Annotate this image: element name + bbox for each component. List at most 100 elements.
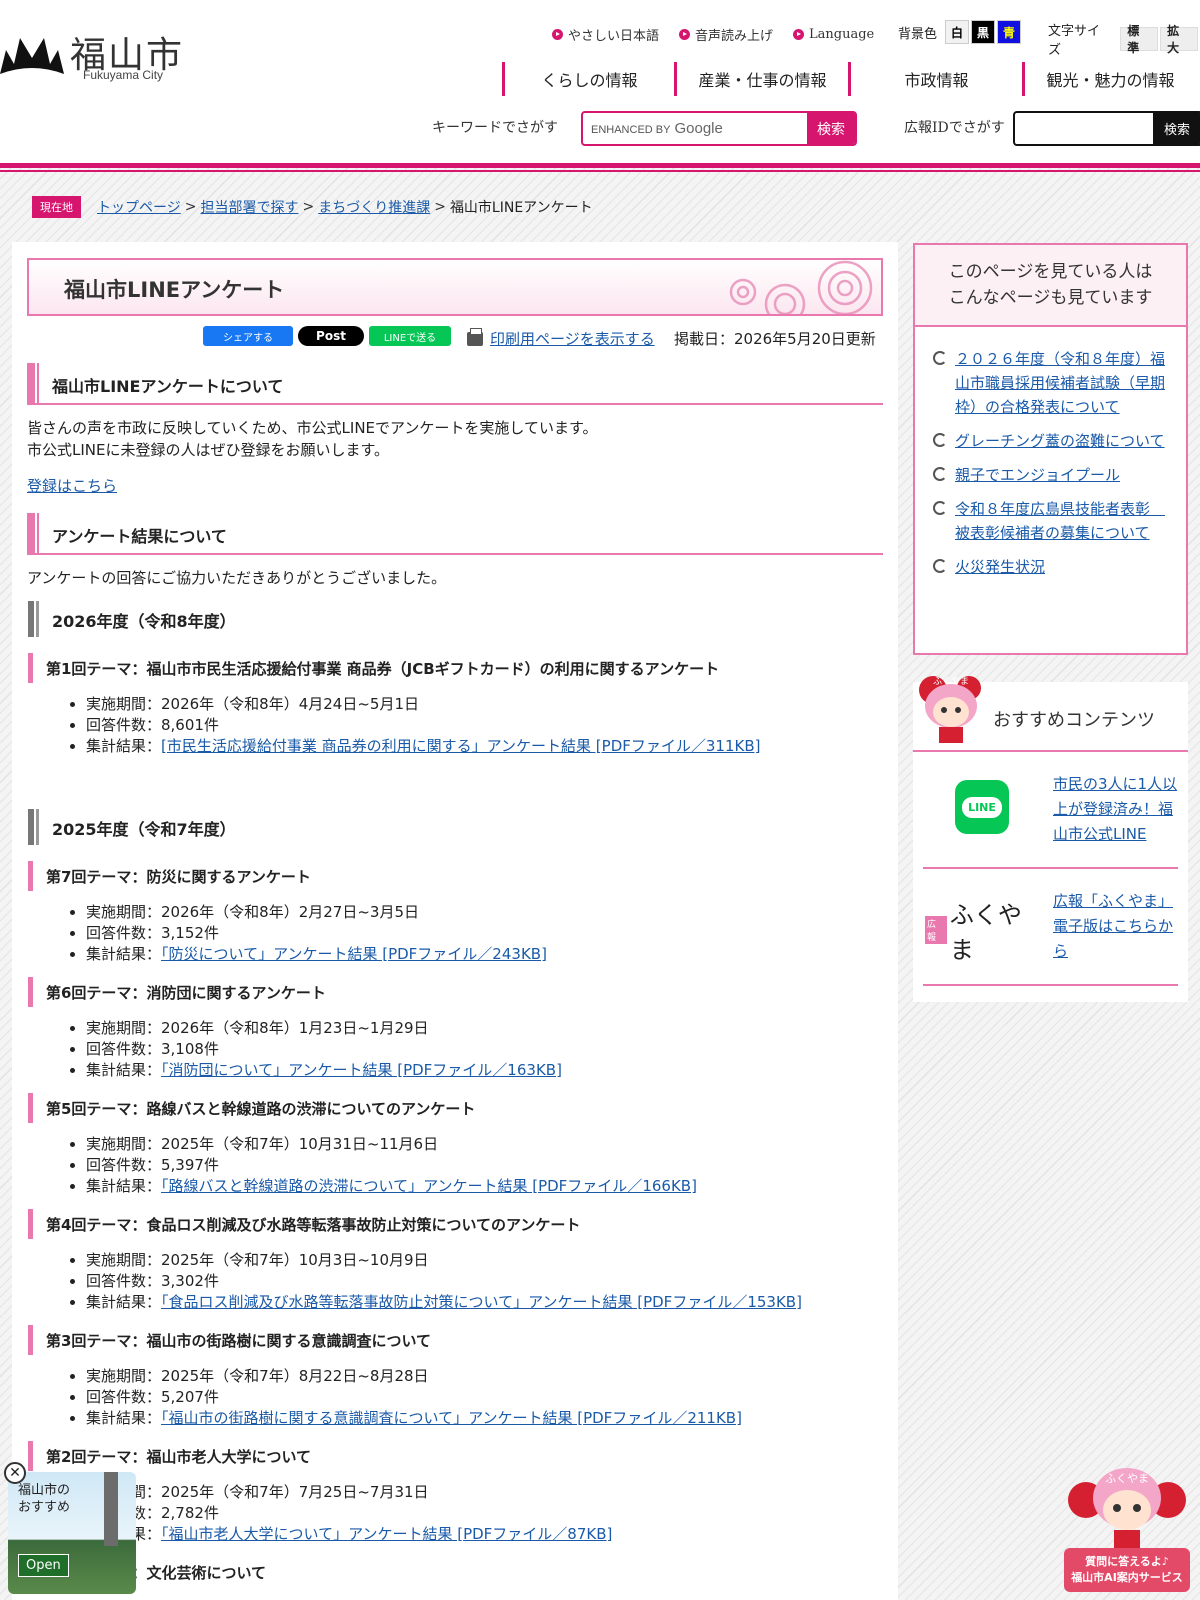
background-color-switcher: 背景色 白 黒 青 bbox=[898, 20, 1023, 44]
font-standard-button[interactable]: 標準 bbox=[1120, 24, 1159, 55]
survey-theme: 第5回テーマ：路線バスと幹線道路の渋滞についてのアンケート bbox=[28, 1093, 475, 1123]
updated-date: 掲載日：2026年5月20日更新 bbox=[674, 330, 876, 348]
survey-theme: 第7回テーマ：防災に関するアンケート bbox=[28, 861, 311, 891]
related-pages-title: このページを見ている人は こんなページも見ています bbox=[915, 245, 1186, 327]
line-banner-link[interactable]: 市民の3人に1人以上が登録済み！福山市公式LINE bbox=[1053, 772, 1178, 847]
breadcrumb-current: 福山市LINEアンケート bbox=[449, 200, 593, 216]
id-search-label: 広報IDでさがす bbox=[904, 120, 1005, 136]
font-size-label: 文字サイズ bbox=[1048, 24, 1101, 58]
results-intro-text: アンケートの回答にご協力いただきありがとうございました。 bbox=[27, 569, 447, 587]
keyword-search-input[interactable]: ENHANCED BY Google bbox=[591, 120, 723, 137]
survey-result-link[interactable]: 「路線バスと幹線道路の渋滞について」アンケート結果 [PDFファイル／166KB… bbox=[161, 1177, 697, 1195]
related-item: 親子でエンジョイプール bbox=[933, 463, 1174, 487]
current-location-badge: 現在地 bbox=[32, 196, 81, 218]
bg-blue-button[interactable]: 青 bbox=[997, 20, 1022, 44]
global-nav: くらしの情報 産業・仕事の情報 市政情報 観光・魅力の情報 bbox=[502, 62, 1196, 96]
breadcrumb-section[interactable]: まちづくり推進課 bbox=[318, 197, 430, 217]
refresh-icon bbox=[933, 559, 947, 573]
search-row: キーワードでさがす ENHANCED BY Google 検索 広報IDでさがす … bbox=[0, 110, 1200, 146]
year-heading-2025: 2025年度（令和7年度） bbox=[28, 809, 868, 845]
recommended-contents: ふくやま おすすめコンテンツ LINE 市民の3人に1人以上が登録済み！福山市公… bbox=[913, 676, 1188, 1002]
ai-mascot-icon: ふくやま bbox=[1068, 1468, 1186, 1550]
survey-theme: 第3回テーマ：福山市の街路樹に関する意識調査について bbox=[28, 1325, 431, 1355]
survey-result-link[interactable]: 「消防団について」アンケート結果 [PDFファイル／163KB] bbox=[161, 1061, 562, 1079]
line-share-button[interactable]: LINEで送る bbox=[369, 326, 451, 346]
koho-banner-link[interactable]: 広報「ふくやま」電子版はこちらから bbox=[1053, 889, 1178, 964]
section-heading-about: 福山市LINEアンケートについて bbox=[27, 363, 883, 405]
recommended-header: ふくやま おすすめコンテンツ bbox=[913, 676, 1188, 752]
survey-result-link[interactable]: [市民生活応援給付事業 商品券の利用に関する」アンケート結果 [PDFファイル／… bbox=[161, 737, 760, 755]
survey-details: 実施期間：2026年（令和8年）1月23日~1月29日 回答件数：3,108件 … bbox=[86, 1018, 562, 1081]
ai-guide-caption: 質問に答えるよ♪ 福山市AI案内サービス bbox=[1064, 1548, 1190, 1592]
related-pages-box: このページを見ている人は こんなページも見ています ２０２６年度（令和８年度）福山… bbox=[913, 243, 1188, 655]
line-banner[interactable]: LINE 市民の3人に1人以上が登録済み！福山市公式LINE bbox=[923, 754, 1178, 869]
line-logo-icon: LINE bbox=[955, 780, 1009, 834]
refresh-icon bbox=[933, 467, 947, 481]
refresh-icon bbox=[933, 433, 947, 447]
survey-result-link[interactable]: 「防災について」アンケート結果 [PDFファイル／243KB] bbox=[161, 945, 547, 963]
id-search-button[interactable]: 検索 bbox=[1153, 113, 1200, 144]
breadcrumb-department[interactable]: 担当部署で探す bbox=[200, 197, 298, 217]
facebook-share-button[interactable]: シェアする bbox=[203, 326, 293, 346]
rose-decoration-icon bbox=[729, 260, 873, 314]
register-link[interactable]: 登録はこちら bbox=[27, 477, 117, 495]
language-link[interactable]: Language bbox=[793, 27, 874, 42]
related-item: 令和８年度広島県技能者表彰 被表彰候補者の募集について bbox=[933, 497, 1174, 545]
refresh-icon bbox=[933, 501, 947, 515]
svg-text:ふくやま: ふくやま bbox=[1105, 1472, 1149, 1485]
close-icon[interactable]: ✕ bbox=[4, 1462, 26, 1484]
font-size-switcher: 文字サイズ 標準 拡大 bbox=[1048, 20, 1200, 58]
page-title-box: 福山市LINEアンケート bbox=[27, 258, 883, 316]
read-aloud-link[interactable]: 音声読み上げ bbox=[679, 25, 773, 44]
site-header: 福山市 Fukuyama City やさしい日本語 音声読み上げ Languag… bbox=[0, 0, 1200, 172]
survey-result-link[interactable]: 「食品ロス削減及び水路等転落事故防止対策について」アンケート結果 [PDFファイ… bbox=[161, 1293, 802, 1311]
ai-guide-floater[interactable]: ふくやま 質問に答えるよ♪ 福山市AI案内サービス bbox=[1064, 1460, 1190, 1592]
survey-details: 実施期間：2025年（令和7年）10月31日~11月6日 回答件数：5,397件… bbox=[86, 1134, 697, 1197]
site-logo[interactable]: 福山市 Fukuyama City bbox=[0, 26, 190, 86]
survey-details: 実施期間：2025年（令和7年）7月25日~7月31日 回答件数：2,782件 … bbox=[86, 1482, 612, 1545]
share-bar: シェアする Post LINEで送る 印刷用ページを表示する 掲載日：2026年… bbox=[12, 326, 883, 352]
nav-city-admin[interactable]: 市政情報 bbox=[848, 62, 1022, 96]
section-heading-results: アンケート結果について bbox=[27, 513, 883, 555]
arrow-circle-icon bbox=[679, 28, 691, 40]
intro-text: 皆さんの声を市政に反映していくため、市公式LINEでアンケートを実施しています。… bbox=[27, 419, 598, 459]
related-item: グレーチング蓋の盗難について bbox=[933, 429, 1174, 453]
arrow-circle-icon bbox=[552, 28, 563, 40]
keyword-search-box: ENHANCED BY Google 検索 bbox=[581, 111, 857, 146]
keyword-search-label: キーワードでさがす bbox=[432, 120, 558, 136]
survey-details: 実施期間：2026年（令和8年）2月27日~3月5日 回答件数：3,152件 集… bbox=[86, 902, 547, 965]
survey-theme: 第6回テーマ：消防団に関するアンケート bbox=[28, 977, 326, 1007]
survey-theme: 第1回テーマ：福山市市民生活応援給付事業 商品券（JCBギフトカード）の利用に関… bbox=[28, 653, 719, 683]
nav-tourism[interactable]: 観光・魅力の情報 bbox=[1022, 62, 1196, 96]
easy-japanese-link[interactable]: やさしい日本語 bbox=[552, 25, 659, 44]
floater-open-button[interactable]: Open bbox=[18, 1554, 69, 1577]
koho-logo: 広報 ふくやま bbox=[925, 901, 1022, 964]
x-post-button[interactable]: Post bbox=[298, 326, 364, 346]
survey-result-link[interactable]: 「福山市の街路樹に関する意識調査について」アンケート結果 [PDFファイル／21… bbox=[161, 1409, 742, 1427]
bg-color-label: 背景色 bbox=[898, 26, 938, 42]
page-title: 福山市LINEアンケート bbox=[64, 278, 285, 302]
mascot-icon: ふくやま bbox=[919, 676, 981, 743]
survey-details: 実施期間：2025年（令和7年）8月22日~8月28日 回答件数：5,207件 … bbox=[86, 1366, 742, 1429]
floater-image: 福山市の おすすめ Open bbox=[8, 1472, 136, 1594]
recommend-floater[interactable]: ✕ 福山市の おすすめ Open bbox=[4, 1462, 136, 1594]
survey-result-link[interactable]: 「福山市老人大学について」アンケート結果 [PDFファイル／87KB] bbox=[161, 1525, 612, 1543]
id-search-input[interactable] bbox=[1015, 113, 1155, 144]
main-content: 福山市LINEアンケート シェアする Post LINEで送る 印刷用ページを表… bbox=[12, 242, 898, 1600]
arrow-circle-icon bbox=[793, 28, 805, 40]
nav-industry[interactable]: 産業・仕事の情報 bbox=[674, 62, 848, 96]
bg-black-button[interactable]: 黒 bbox=[971, 20, 996, 44]
printer-icon bbox=[467, 327, 483, 346]
nav-living[interactable]: くらしの情報 bbox=[502, 62, 674, 96]
related-item: 火災発生状況 bbox=[933, 555, 1174, 579]
bg-white-button[interactable]: 白 bbox=[945, 20, 970, 44]
survey-theme: 第2回テーマ：福山市老人大学について bbox=[28, 1441, 311, 1471]
recommended-title: おすすめコンテンツ bbox=[993, 710, 1155, 731]
survey-theme: 第4回テーマ：食品ロス削減及び水路等転落事故防止対策についてのアンケート bbox=[28, 1209, 580, 1239]
keyword-search-button[interactable]: 検索 bbox=[807, 113, 855, 144]
breadcrumb-top[interactable]: トップページ bbox=[97, 197, 181, 217]
refresh-icon bbox=[933, 351, 947, 365]
print-page-link[interactable]: 印刷用ページを表示する bbox=[467, 327, 655, 349]
font-large-button[interactable]: 拡大 bbox=[1160, 24, 1198, 55]
koho-banner[interactable]: 広報 ふくやま 広報「ふくやま」電子版はこちらから bbox=[923, 871, 1178, 986]
